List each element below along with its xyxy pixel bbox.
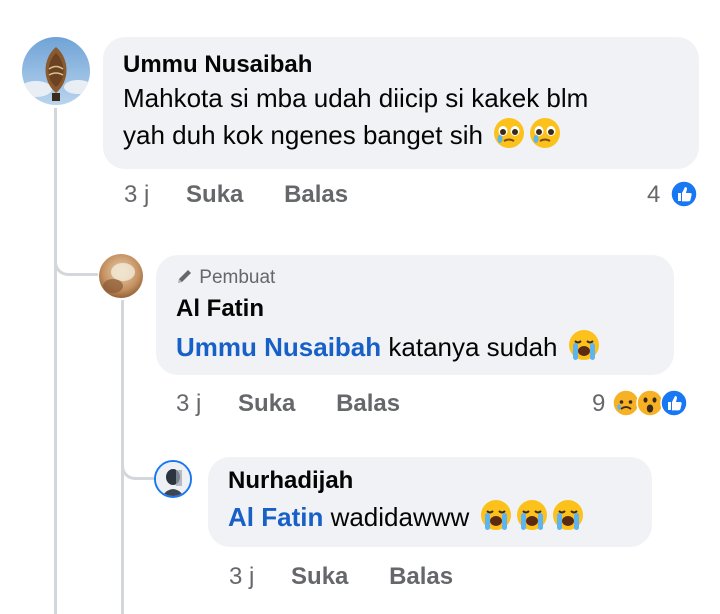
avatar-nurhadijah[interactable] xyxy=(154,460,192,498)
comment-text: Al Fatin wadidawww xyxy=(228,498,632,541)
comment-bubble-1: Ummu Nusaibah Mahkota si mba udah diicip… xyxy=(103,37,699,169)
author-badge-label: Pembuat xyxy=(199,267,276,288)
comment-bubble-3: Nurhadijah Al Fatin wadidawww xyxy=(208,457,652,547)
author-badge: Pembuat xyxy=(176,267,654,291)
reply-button[interactable]: Balas xyxy=(284,181,348,209)
comment-time[interactable]: 3 j xyxy=(176,390,201,418)
comment-actions-1: 3 j Suka Balas xyxy=(124,181,348,209)
loudly-crying-face-icon xyxy=(479,498,513,541)
like-button[interactable]: Suka xyxy=(291,563,348,591)
pencil-icon xyxy=(176,267,194,291)
comment-text-line-2: yah duh kok ngenes banget sih xyxy=(123,120,483,150)
avatar-al-fatin[interactable] xyxy=(99,254,143,298)
loudly-crying-face-icon xyxy=(567,328,601,371)
comment-text-line-1: Mahkota si mba udah diicip si kakek blm xyxy=(123,83,589,113)
like-icon xyxy=(670,180,698,208)
like-button[interactable]: Suka xyxy=(186,181,243,209)
comment-time[interactable]: 3 j xyxy=(124,181,149,209)
like-button[interactable]: Suka xyxy=(238,390,295,418)
reply-button[interactable]: Balas xyxy=(389,563,453,591)
mention-link[interactable]: Ummu Nusaibah xyxy=(176,332,381,362)
comment-text: Ummu Nusaibah katanya sudah xyxy=(176,328,654,371)
comment-text: Mahkota si mba udah diicip si kakek blm … xyxy=(123,80,679,159)
thread-line-main xyxy=(54,108,57,614)
thread-elbow-reply-1 xyxy=(54,230,98,276)
comment-author[interactable]: Ummu Nusaibah xyxy=(123,51,679,79)
like-icon xyxy=(660,389,688,417)
pleading-face-icon xyxy=(528,116,562,159)
comment-author[interactable]: Nurhadijah xyxy=(228,467,632,495)
pleading-face-icon xyxy=(492,116,526,159)
mention-link[interactable]: Al Fatin xyxy=(228,502,323,532)
loudly-crying-face-icon xyxy=(551,498,585,541)
reply-button[interactable]: Balas xyxy=(336,390,400,418)
comment-author[interactable]: Al Fatin xyxy=(176,295,654,323)
comment-actions-3: 3 j Suka Balas xyxy=(229,563,453,591)
loudly-crying-face-icon xyxy=(515,498,549,541)
reaction-count[interactable]: 9 xyxy=(592,390,605,418)
reaction-count[interactable]: 4 xyxy=(647,181,660,209)
comment-bubble-2: Pembuat Al Fatin Ummu Nusaibah katanya s… xyxy=(156,255,674,375)
avatar-ummu-nusaibah[interactable] xyxy=(22,37,90,105)
comment-actions-2: 3 j Suka Balas xyxy=(176,390,400,418)
comment-text-body: katanya sudah xyxy=(381,332,558,362)
thread-elbow-reply-2 xyxy=(121,440,155,480)
comment-time[interactable]: 3 j xyxy=(229,563,254,591)
reactions-1[interactable] xyxy=(670,180,698,208)
reactions-2[interactable] xyxy=(612,389,688,417)
comment-text-body: wadidawww xyxy=(323,502,470,532)
